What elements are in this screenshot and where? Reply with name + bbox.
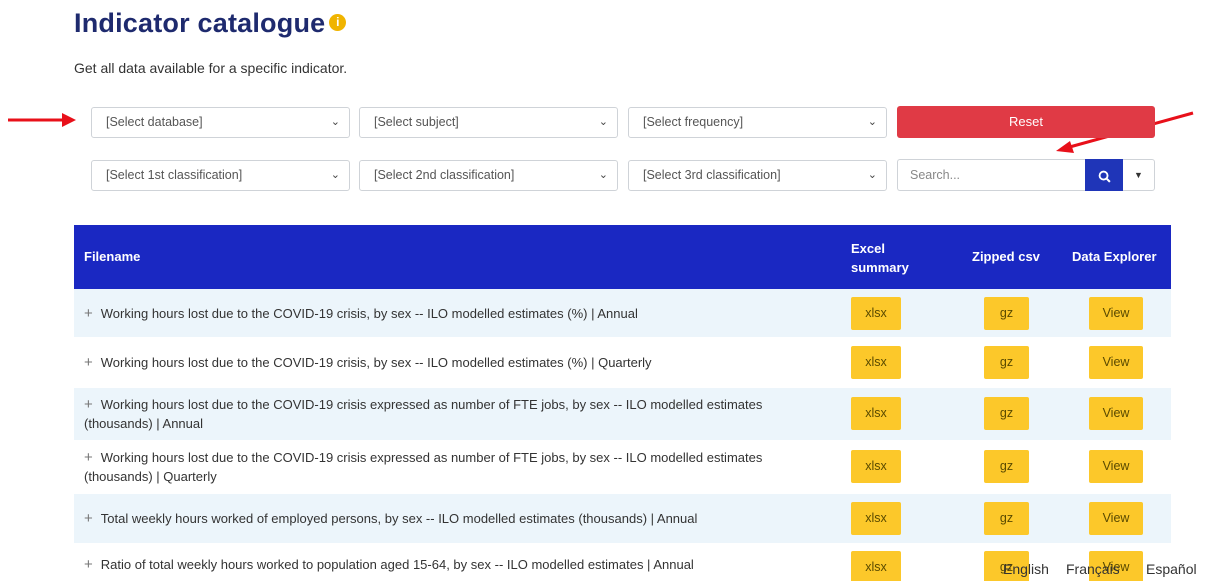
select-frequency-value: [Select frequency]: [643, 115, 744, 129]
view-button[interactable]: View: [1089, 346, 1143, 379]
row-label[interactable]: + Total weekly hours worked of employed p…: [84, 509, 829, 528]
header-excel-summary: Excel summary: [851, 239, 909, 277]
select-2nd-classification[interactable]: [Select 2nd classification] ⌄: [359, 160, 618, 191]
table-row: + Working hours lost due to the COVID-19 …: [74, 338, 1171, 388]
select-3rd-classification-value: [Select 3rd classification]: [643, 168, 781, 182]
reset-button[interactable]: Reset: [897, 106, 1155, 138]
gz-download-button[interactable]: gz: [984, 346, 1029, 379]
page-title-text: Indicator catalogue: [74, 8, 326, 38]
row-label-text: Ratio of total weekly hours worked to po…: [100, 557, 694, 572]
table-header: Filename Excel summary Zipped csv Data E…: [74, 225, 1171, 289]
xlsx-download-button[interactable]: xlsx: [851, 346, 901, 379]
row-label[interactable]: + Ratio of total weekly hours worked to p…: [84, 555, 829, 574]
view-button[interactable]: View: [1089, 397, 1143, 430]
chevron-down-icon: ⌄: [598, 169, 608, 181]
select-1st-classification-value: [Select 1st classification]: [106, 168, 243, 182]
chevron-down-icon: ⌄: [330, 169, 340, 181]
table-row: + Working hours lost due to the COVID-19 …: [74, 441, 1171, 494]
annotation-arrow-left: [8, 113, 76, 127]
search-icon: [1098, 170, 1111, 183]
page-title: Indicator catalogue i: [74, 8, 347, 39]
row-label-text: Working hours lost due to the COVID-19 c…: [84, 397, 763, 431]
plus-icon[interactable]: +: [84, 354, 93, 371]
language-english[interactable]: English: [1003, 561, 1049, 577]
row-label-text: Working hours lost due to the COVID-19 c…: [100, 306, 638, 321]
select-1st-classification[interactable]: [Select 1st classification] ⌄: [91, 160, 350, 191]
select-2nd-classification-value: [Select 2nd classification]: [374, 168, 515, 182]
gz-download-button[interactable]: gz: [984, 297, 1029, 330]
search-options-dropdown[interactable]: ▼: [1123, 159, 1155, 191]
chevron-down-icon: ⌄: [867, 116, 877, 128]
header-data-explorer: Data Explorer: [1072, 249, 1157, 264]
caret-down-icon: ▼: [1134, 170, 1143, 180]
row-label[interactable]: + Working hours lost due to the COVID-19 …: [84, 395, 829, 433]
select-3rd-classification[interactable]: [Select 3rd classification] ⌄: [628, 160, 887, 191]
page-subtitle: Get all data available for a specific in…: [74, 60, 348, 76]
xlsx-download-button[interactable]: xlsx: [851, 502, 901, 535]
select-database-value: [Select database]: [106, 115, 203, 129]
row-label-text: Working hours lost due to the COVID-19 c…: [100, 355, 652, 370]
plus-icon[interactable]: +: [84, 556, 93, 573]
header-filename: Filename: [84, 249, 141, 264]
search-input[interactable]: Search...: [897, 159, 1085, 191]
view-button[interactable]: View: [1089, 297, 1143, 330]
select-subject-value: [Select subject]: [374, 115, 459, 129]
table-row: + Working hours lost due to the COVID-19 …: [74, 289, 1171, 338]
view-button[interactable]: View: [1089, 502, 1143, 535]
table-row: + Working hours lost due to the COVID-19 …: [74, 388, 1171, 441]
row-label[interactable]: + Working hours lost due to the COVID-19 …: [84, 353, 829, 372]
header-excel-line1: Excel: [851, 241, 885, 256]
xlsx-download-button[interactable]: xlsx: [851, 551, 901, 581]
plus-icon[interactable]: +: [84, 449, 93, 466]
plus-icon[interactable]: +: [84, 396, 93, 413]
language-spanish[interactable]: Español: [1146, 561, 1197, 577]
select-frequency[interactable]: [Select frequency] ⌄: [628, 107, 887, 138]
chevron-down-icon: ⌄: [330, 116, 340, 128]
header-zipped-csv: Zipped csv: [972, 249, 1040, 264]
plus-icon[interactable]: +: [84, 510, 93, 527]
row-label-text: Total weekly hours worked of employed pe…: [100, 511, 698, 526]
search-button[interactable]: [1085, 159, 1123, 191]
gz-download-button[interactable]: gz: [984, 450, 1029, 483]
gz-download-button[interactable]: gz: [984, 502, 1029, 535]
gz-download-button[interactable]: gz: [984, 397, 1029, 430]
language-french[interactable]: Français: [1066, 561, 1120, 577]
row-label[interactable]: + Working hours lost due to the COVID-19 …: [84, 448, 829, 486]
view-button[interactable]: View: [1089, 450, 1143, 483]
chevron-down-icon: ⌄: [867, 169, 877, 181]
select-subject[interactable]: [Select subject] ⌄: [359, 107, 618, 138]
xlsx-download-button[interactable]: xlsx: [851, 450, 901, 483]
chevron-down-icon: ⌄: [598, 116, 608, 128]
info-icon[interactable]: i: [329, 14, 347, 32]
plus-icon[interactable]: +: [84, 305, 93, 322]
indicator-table: Filename Excel summary Zipped csv Data E…: [74, 225, 1171, 581]
row-label[interactable]: + Working hours lost due to the COVID-19 …: [84, 304, 829, 323]
table-row: + Total weekly hours worked of employed p…: [74, 494, 1171, 544]
xlsx-download-button[interactable]: xlsx: [851, 297, 901, 330]
header-excel-line2: summary: [851, 260, 909, 275]
select-database[interactable]: [Select database] ⌄: [91, 107, 350, 138]
row-label-text: Working hours lost due to the COVID-19 c…: [84, 450, 763, 484]
xlsx-download-button[interactable]: xlsx: [851, 397, 901, 430]
